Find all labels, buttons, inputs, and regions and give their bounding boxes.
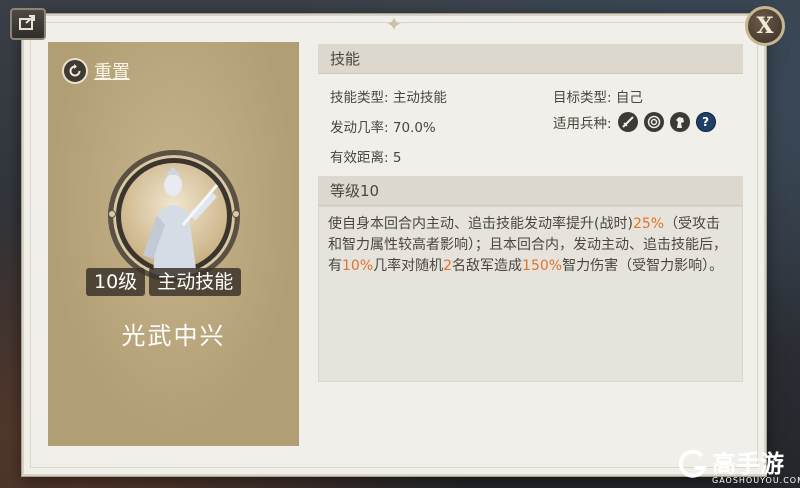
- activation-rate-label: 发动几率:: [330, 120, 389, 136]
- general-figure-icon: [143, 167, 219, 277]
- skill-card: 重置 10级 主动技能 光武中兴: [48, 42, 299, 446]
- skill-portrait: [108, 150, 240, 282]
- skill-type-value: 主动技能: [392, 90, 447, 106]
- applicable-arms-label: 适用兵种:: [553, 116, 612, 132]
- description-text: 智力伤害（受智力影响）。: [562, 258, 724, 274]
- range-row: 有效距离: 5: [330, 146, 401, 166]
- range-value: 5: [392, 150, 402, 166]
- target-type-value: 自己: [615, 90, 643, 106]
- close-icon: X: [756, 13, 774, 39]
- skill-section-header: 技能: [318, 44, 743, 74]
- highlight-value: 10%: [342, 258, 374, 274]
- skill-description: 使自身本回合内主动、追击技能发动率提升(战时)25%（受攻击和智力属性较高者影响…: [328, 214, 728, 277]
- skill-badges: 10级 主动技能: [86, 268, 242, 296]
- applicable-arms-row: 适用兵种: ?: [553, 112, 716, 132]
- horse-icon[interactable]: [669, 112, 690, 132]
- question-icon[interactable]: ?: [695, 112, 716, 132]
- level-badge: 10级: [86, 268, 146, 296]
- skill-type-row: 技能类型: 主动技能: [330, 86, 447, 106]
- ring-ornament: [232, 210, 240, 218]
- description-text: 几率对随机: [373, 258, 444, 274]
- skill-type-badge: 主动技能: [149, 268, 242, 296]
- watermark-url: GAOSHOUYOU.COM: [712, 476, 800, 485]
- description-text: 名敌军造成: [452, 258, 523, 274]
- watermark: 高手游 GAOSHOUYOU.COM: [672, 444, 800, 488]
- target-type-label: 目标类型:: [553, 90, 612, 106]
- description-text: 使自身本回合内主动、追击技能发动率提升(战时): [328, 216, 633, 232]
- watermark-logo-icon: [678, 449, 707, 478]
- highlight-value: 2: [443, 258, 453, 274]
- range-label: 有效距离:: [330, 150, 389, 166]
- reset-label: 重置: [94, 62, 130, 83]
- watermark-text: 高手游: [712, 450, 784, 478]
- highlight-value: 25%: [632, 216, 665, 232]
- level-section-header: 等级10: [318, 176, 743, 206]
- close-button[interactable]: X: [745, 6, 785, 46]
- ornament-icon: ✦: [385, 12, 403, 36]
- share-button[interactable]: [10, 8, 46, 40]
- ring-ornament: [108, 210, 116, 218]
- skill-name: 光武中兴: [121, 322, 226, 350]
- skill-type-label: 技能类型:: [330, 90, 389, 106]
- target-type-row: 目标类型: 自己: [553, 86, 643, 106]
- sword-icon[interactable]: [617, 112, 638, 132]
- bow-target-icon[interactable]: [643, 112, 664, 132]
- activation-rate-value: 70.0%: [392, 120, 436, 136]
- activation-rate-row: 发动几率: 70.0%: [330, 116, 436, 136]
- highlight-value: 150%: [522, 258, 563, 274]
- reset-icon: [62, 58, 88, 84]
- reset-button[interactable]: 重置: [62, 58, 130, 84]
- share-icon: [18, 13, 38, 35]
